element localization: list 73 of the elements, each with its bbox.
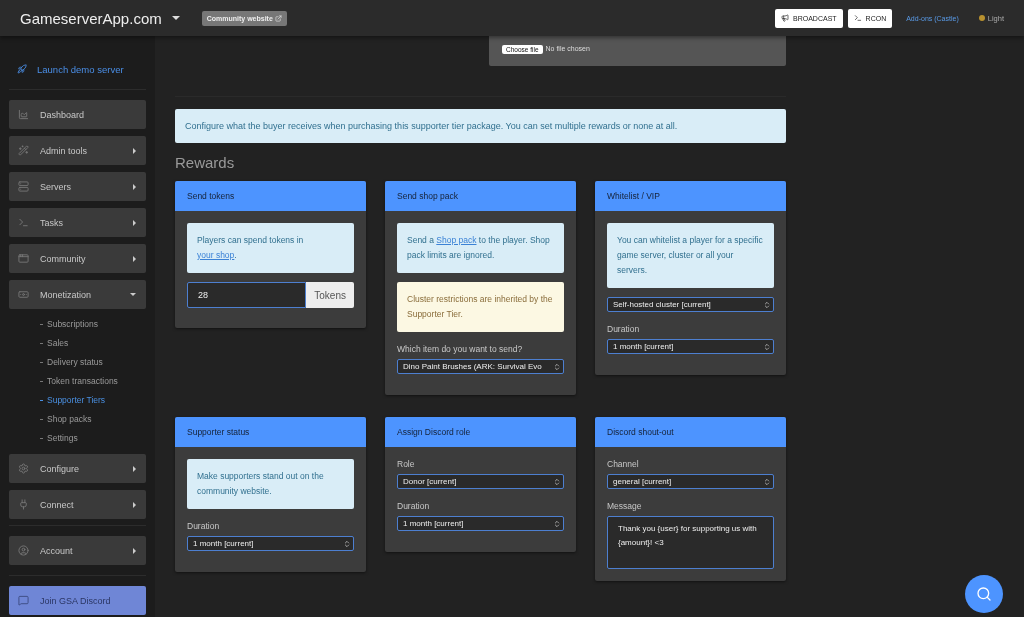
updown-icon	[553, 362, 561, 371]
external-link-icon	[274, 14, 282, 22]
banknote-icon	[18, 289, 29, 300]
card-title: Discord shout-out	[595, 417, 786, 447]
info-text: Make supporters stand out on the community website.	[187, 459, 354, 509]
dropdown[interactable]: Self-hosted cluster [current]	[607, 297, 774, 312]
shop-link[interactable]: Shop pack	[436, 235, 477, 245]
submenu-item[interactable]: Delivery status	[9, 353, 146, 372]
dropdown[interactable]: 1 month [current]	[607, 339, 774, 354]
sidebar-item[interactable]: Community	[9, 244, 146, 273]
section-title: Rewards	[175, 154, 236, 171]
search-icon	[976, 586, 992, 602]
submenu-item[interactable]: Supporter Tiers	[9, 391, 146, 410]
search-button[interactable]	[965, 575, 1003, 613]
info-text: Players can spend tokens in your shop.	[187, 223, 354, 273]
sidebar-item[interactable]: Configure	[9, 454, 146, 483]
plug-icon	[18, 499, 29, 510]
card-title: Whitelist / VIP	[595, 181, 786, 211]
chart-icon	[18, 109, 29, 120]
submenu-item[interactable]: Settings	[9, 429, 146, 448]
updown-icon	[763, 477, 771, 486]
megaphone-icon	[781, 14, 789, 22]
field-label: Duration	[607, 324, 641, 334]
dropdown[interactable]: Dino Paint Brushes (ARK: Survival Evo	[397, 359, 564, 374]
card-title: Send shop pack	[385, 181, 576, 211]
input-addon: Tokens	[306, 282, 354, 308]
warning-text: Cluster restrictions are inherited by the Supporter Tier.	[397, 282, 564, 332]
user-icon	[18, 545, 29, 556]
field-label: Message	[607, 501, 643, 511]
info-banner: Configure what the buyer receives when purchasing this supporter tier package. You can set multiple rewards or none at all.	[175, 109, 786, 143]
sidebar-item[interactable]: Tasks	[9, 208, 146, 237]
submenu-item[interactable]: Shop packs	[9, 410, 146, 429]
field-label: Which item do you want to send?	[397, 344, 524, 354]
sidebar-item[interactable]: Connect	[9, 490, 146, 519]
wand-icon	[18, 145, 29, 156]
brand-title[interactable]: GameserverApp.com	[20, 9, 162, 27]
sidebar-item[interactable]: Account	[9, 536, 146, 565]
window-icon	[18, 253, 29, 264]
dropdown[interactable]: 1 month [current]	[187, 536, 354, 551]
amount-field[interactable]: 28	[187, 282, 307, 308]
updown-icon	[763, 342, 771, 351]
sidebar-item[interactable]: Servers	[9, 172, 146, 201]
field-label: Channel	[607, 459, 640, 469]
sidebar-item[interactable]: Admin tools	[9, 136, 146, 165]
dropdown[interactable]: Donor [current]	[397, 474, 564, 489]
terminal-icon	[18, 217, 29, 228]
settings-icon	[18, 463, 29, 474]
sidebar-item[interactable]: Dashboard	[9, 100, 146, 129]
card-title: Send tokens	[175, 181, 366, 211]
terminal-icon	[853, 14, 862, 22]
card-title: Assign Discord role	[385, 417, 576, 447]
submenu-item[interactable]: Token transactions	[9, 372, 146, 391]
message-field[interactable]: Thank you {user} for supporting us with {amount}! <3	[607, 516, 774, 569]
chat-icon	[18, 595, 29, 606]
sidebar-item[interactable]: Monetization	[9, 280, 146, 309]
dropdown[interactable]: general [current]	[607, 474, 774, 489]
submenu-item[interactable]: Sales	[9, 334, 146, 353]
caret-icon[interactable]	[171, 16, 180, 20]
dropdown[interactable]: 1 month [current]	[397, 516, 564, 531]
field-label: Duration	[187, 521, 221, 531]
card-title: Supporter status	[175, 417, 366, 447]
demo-link[interactable]: Launch demo server	[9, 62, 146, 76]
submenu-item[interactable]: Subscriptions	[9, 315, 146, 334]
updown-icon	[763, 300, 771, 309]
updown-icon	[343, 539, 351, 548]
info-text: Send a Shop pack to the player. Shop pack limits are ignored.	[397, 223, 564, 273]
field-label: Role	[397, 459, 416, 469]
rocket-icon	[17, 64, 27, 74]
updown-icon	[553, 519, 561, 528]
info-text: You can whitelist a player for a specific game server, cluster or all your servers.	[607, 223, 774, 288]
field-label: Duration	[397, 501, 431, 511]
updown-icon	[553, 477, 561, 486]
server-icon	[18, 181, 29, 192]
